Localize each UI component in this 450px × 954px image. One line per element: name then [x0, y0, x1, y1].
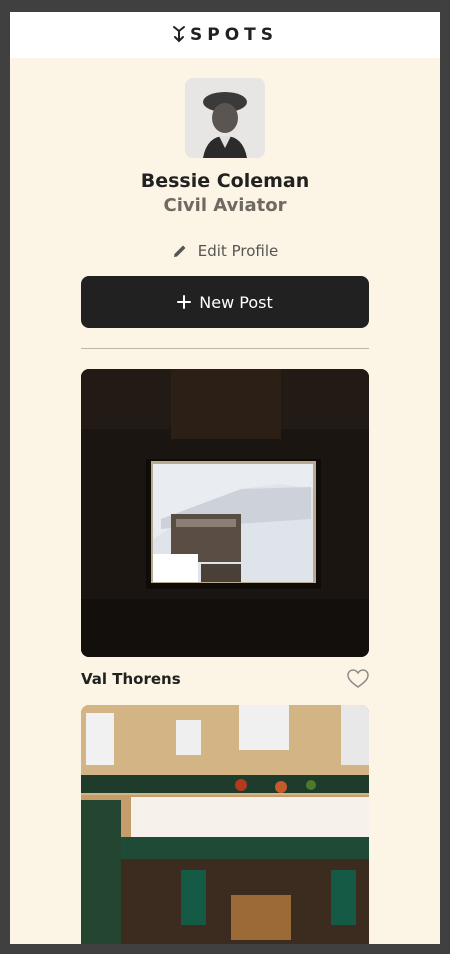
profile-section: Bessie Coleman Civil Aviator Edit Profil… — [10, 58, 440, 260]
edit-profile-label: Edit Profile — [197, 242, 279, 260]
profile-role: Civil Aviator — [163, 195, 287, 216]
card-image[interactable] — [81, 705, 369, 944]
new-post-label: New Post — [199, 292, 273, 312]
logo-icon — [173, 26, 185, 43]
logo-text: SPOTS — [190, 25, 278, 45]
edit-profile-button[interactable]: Edit Profile — [172, 242, 278, 260]
app-frame: SPOTS Bessie Coleman Civil Aviator Edit … — [10, 12, 440, 944]
new-post-button[interactable]: New Post — [81, 276, 369, 328]
card-title: Val Thorens — [81, 670, 181, 688]
heart-icon[interactable] — [347, 669, 369, 689]
divider — [81, 348, 369, 349]
avatar — [185, 78, 265, 158]
card — [81, 705, 369, 944]
top-bar: SPOTS — [10, 12, 440, 58]
card: Val Thorens — [81, 369, 369, 689]
logo[interactable]: SPOTS — [172, 25, 278, 45]
profile-name: Bessie Coleman — [140, 170, 310, 192]
card-image[interactable] — [81, 369, 369, 657]
plus-icon — [177, 295, 192, 309]
pencil-icon — [173, 245, 186, 257]
card-footer: Val Thorens — [81, 669, 369, 689]
